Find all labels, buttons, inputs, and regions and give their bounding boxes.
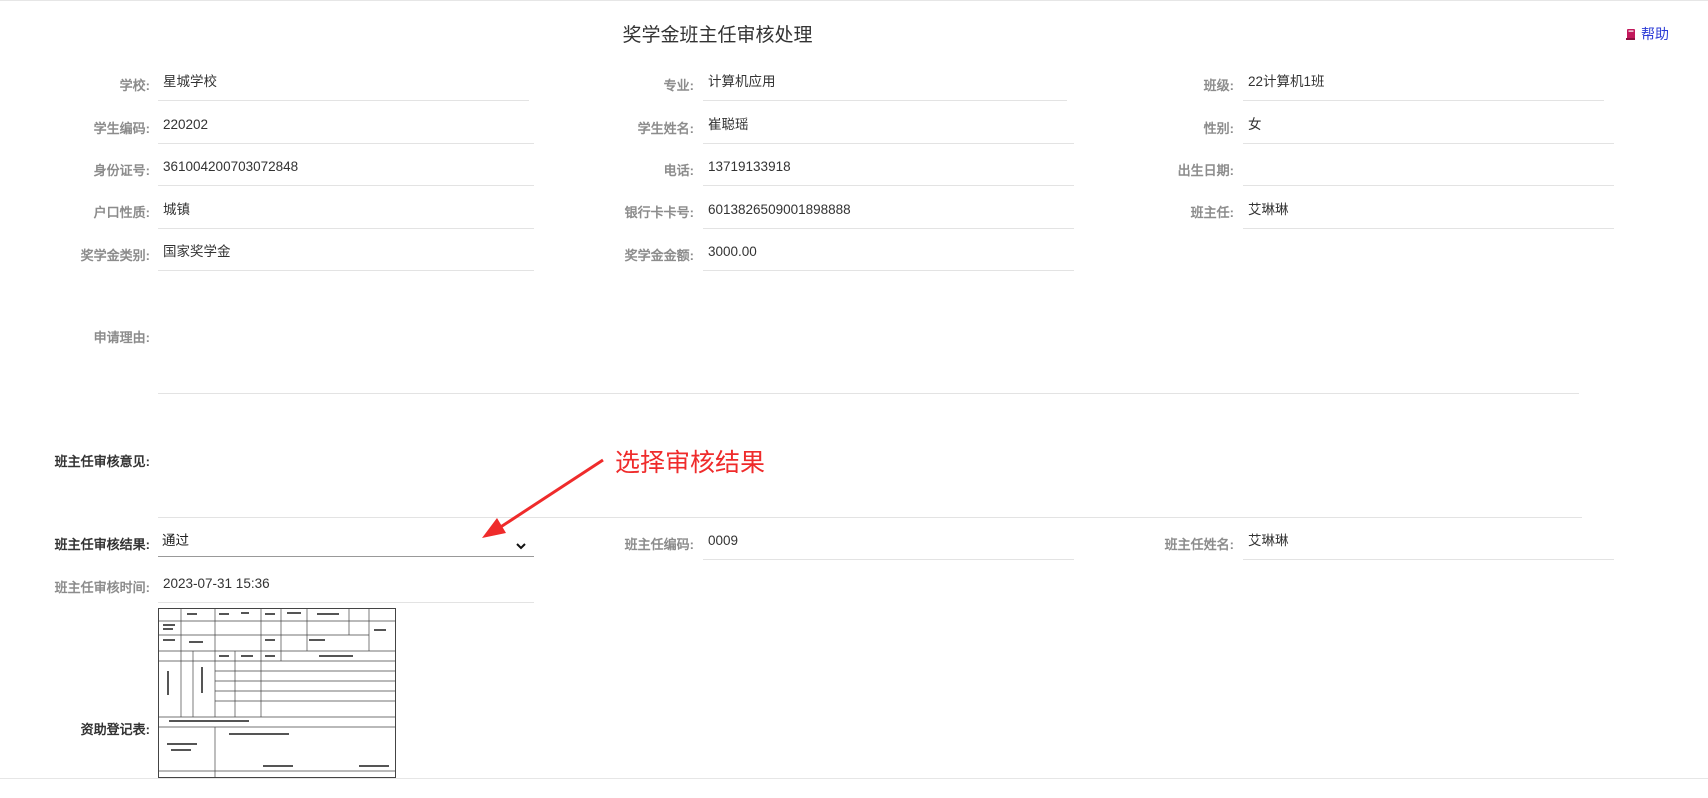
review-result-value: 通过 (162, 533, 189, 548)
gender-value: 女 (1243, 114, 1614, 144)
teacher-code-value: 0009 (703, 530, 1074, 560)
household-label: 户口性质: (93, 205, 150, 220)
funding-form-label: 资助登记表: (80, 722, 150, 737)
review-opinion-label: 班主任审核意见: (54, 454, 150, 469)
review-opinion-input[interactable] (158, 488, 1582, 518)
teacher-name-value: 艾琳琳 (1243, 530, 1614, 560)
class-label: 班级: (1203, 78, 1234, 93)
scholarship-amount-value: 3000.00 (703, 241, 1074, 271)
chevron-down-icon (514, 535, 528, 563)
school-label: 学校: (119, 78, 150, 93)
student-code-value: 220202 (158, 114, 534, 144)
id-number-value: 361004200703072848 (158, 156, 534, 186)
help-link[interactable]: 帮助 (1625, 24, 1669, 44)
review-time-value: 2023-07-31 15:36 (158, 573, 534, 603)
book-icon (1625, 28, 1637, 41)
bottom-divider (0, 778, 1708, 779)
class-value: 22计算机1班 (1243, 71, 1604, 101)
apply-reason-value (158, 364, 1579, 394)
student-name-label: 学生姓名: (637, 121, 694, 136)
bank-card-label: 银行卡卡号: (624, 205, 694, 220)
annotation-text: 选择审核结果 (615, 448, 766, 477)
help-label: 帮助 (1641, 26, 1669, 42)
head-teacher-label: 班主任: (1190, 205, 1234, 220)
funding-form-thumbnail[interactable] (158, 608, 396, 778)
page-title: 奖学金班主任审核处理 (622, 25, 813, 46)
teacher-name-label: 班主任姓名: (1164, 537, 1234, 552)
top-divider (0, 0, 1708, 1)
review-time-label: 班主任审核时间: (54, 580, 150, 595)
major-value: 计算机应用 (703, 71, 1067, 101)
major-label: 专业: (663, 78, 694, 93)
scholarship-amount-label: 奖学金金额: (624, 248, 694, 263)
review-result-label: 班主任审核结果: (54, 537, 150, 552)
student-code-label: 学生编码: (93, 121, 150, 136)
school-value: 星城学校 (158, 71, 529, 101)
student-name-value: 崔聪瑶 (703, 114, 1074, 144)
apply-reason-label: 申请理由: (93, 330, 150, 345)
birth-date-label: 出生日期: (1177, 163, 1234, 178)
phone-label: 电话: (663, 163, 694, 178)
bank-card-value: 6013826509001898888 (703, 199, 1074, 229)
household-value: 城镇 (158, 199, 534, 229)
review-result-select[interactable]: 通过 (158, 527, 534, 557)
gender-label: 性别: (1203, 121, 1234, 136)
teacher-code-label: 班主任编码: (624, 537, 694, 552)
scholarship-type-value: 国家奖学金 (158, 241, 534, 271)
head-teacher-value: 艾琳琳 (1243, 199, 1614, 229)
phone-value: 13719133918 (703, 156, 1074, 186)
id-number-label: 身份证号: (93, 163, 150, 178)
birth-date-value (1243, 156, 1614, 186)
scholarship-type-label: 奖学金类别: (80, 248, 150, 263)
